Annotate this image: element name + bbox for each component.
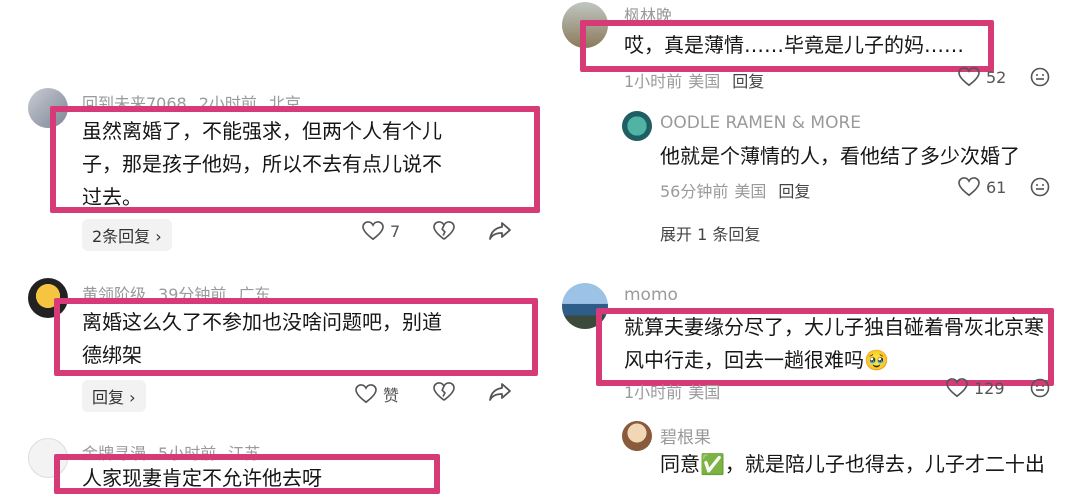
comment-text-rest: ，就是陪儿子也得去，儿子才二十出 [724,452,1045,476]
comment-text-prefix: 同意 [660,452,700,476]
reply-button[interactable]: 回复 [778,182,810,201]
like-label: 赞 [383,386,400,405]
reaction-button[interactable] [1030,378,1050,402]
username[interactable]: OODLE RAMEN & MORE [660,113,861,133]
comment-meta: 1小时前 美国 回复 [624,68,776,92]
broken-heart-icon [433,382,455,401]
like-count: 61 [986,177,1007,197]
share-button[interactable] [488,221,512,245]
like-count: 7 [390,221,401,241]
location: 美国 [688,383,721,402]
check-mark-icon: ✅ [700,452,725,476]
username[interactable]: momo [624,285,678,305]
highlight-box [54,454,440,494]
highlight-box [596,308,1054,386]
comment-meta: 1小时前 美国 [624,379,732,403]
smiley-icon [1030,177,1050,197]
view-replies-button[interactable]: 2条回复 › [82,219,172,251]
like-button[interactable]: 129 [946,378,1005,398]
comment-meta: 56分钟前 美国 回复 [660,178,822,202]
avatar[interactable] [622,421,652,451]
comment-text: 他就是个薄情的人，看他结了多少次婚了 [660,144,1020,168]
avatar[interactable] [622,111,652,141]
dislike-button[interactable] [432,382,456,406]
comment-text: 同意✅，就是陪儿子也得去，儿子才二十出 [660,448,1080,481]
heart-icon [355,384,377,404]
heart-icon [362,221,384,241]
timestamp: 1小时前 [624,72,683,91]
location: 美国 [734,182,767,201]
share-icon [489,383,511,401]
like-button[interactable]: 赞 [355,382,399,406]
highlight-box [580,20,994,72]
expand-replies-link[interactable]: 展开 1 条回复 [660,221,760,245]
like-button[interactable]: 7 [362,221,400,241]
smiley-icon [1030,378,1050,398]
smiley-icon [1030,67,1050,87]
highlight-box [54,298,538,376]
like-button[interactable]: 52 [958,67,1006,87]
heart-icon [958,67,980,87]
share-icon [489,222,511,240]
dislike-button[interactable] [432,221,456,245]
like-count: 52 [986,67,1007,87]
reply-button[interactable]: 回复 › [82,380,146,412]
timestamp: 1小时前 [624,383,683,402]
timestamp: 56分钟前 [660,182,729,201]
highlight-box [50,106,540,213]
like-button[interactable]: 61 [958,177,1006,197]
location: 美国 [688,72,721,91]
share-button[interactable] [488,382,512,406]
heart-icon [946,378,968,398]
reaction-button[interactable] [1030,177,1050,201]
like-count: 129 [974,378,1005,398]
reaction-button[interactable] [1030,67,1050,91]
heart-icon [958,177,980,197]
reply-button[interactable]: 回复 [732,72,764,91]
broken-heart-icon [433,221,455,240]
username[interactable]: 碧根果 [660,423,711,448]
